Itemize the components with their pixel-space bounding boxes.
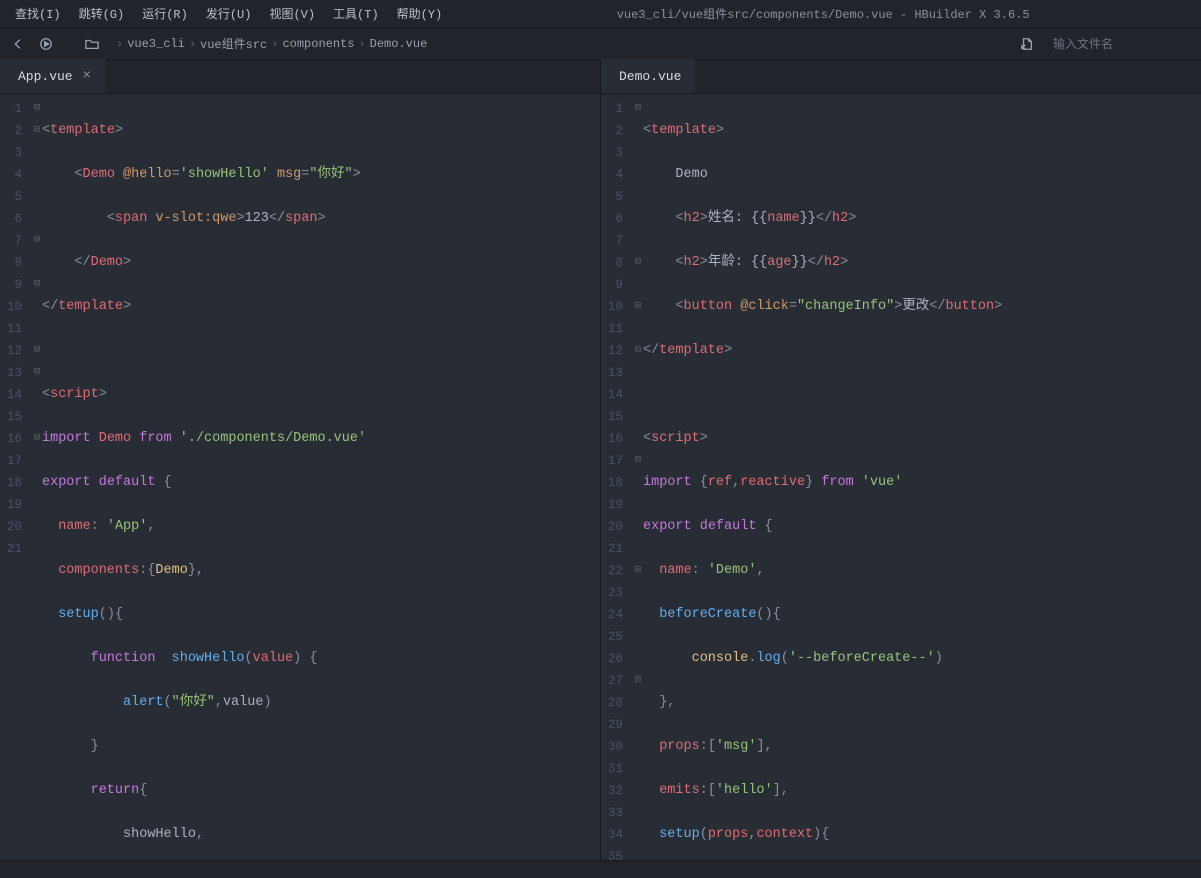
tab-label: Demo.vue [619, 69, 681, 84]
window-title: vue3_cli/vue组件src/components/Demo.vue - … [451, 5, 1195, 22]
fold-right[interactable]: ⊟⊟⊟⊟⊟⊟⊟ [633, 94, 643, 860]
menu-tool[interactable]: 工具(T) [324, 1, 388, 26]
editor-left[interactable]: 123456789101112131415161718192021 ⊟⊟⊟⊟⊟⊟… [0, 94, 601, 860]
statusbar [0, 860, 1201, 878]
menu-run[interactable]: 运行(R) [133, 1, 197, 26]
file-search-input[interactable] [1053, 37, 1193, 51]
gutter-right: 1234567891011121314151617181920212223242… [601, 94, 633, 860]
tab-app-vue[interactable]: App.vue × [0, 59, 105, 93]
close-icon[interactable]: × [83, 69, 91, 83]
play-icon[interactable] [36, 34, 56, 54]
locate-file-icon[interactable] [1017, 34, 1037, 54]
tab-demo-vue[interactable]: Demo.vue [601, 59, 695, 93]
menu-help[interactable]: 帮助(Y) [388, 1, 452, 26]
folder-icon[interactable] [82, 34, 102, 54]
menu-view[interactable]: 视图(V) [260, 1, 324, 26]
crumb-0[interactable]: vue3_cli [127, 37, 185, 51]
menubar: 查找(I) 跳转(G) 运行(R) 发行(U) 视图(V) 工具(T) 帮助(Y… [0, 0, 1201, 28]
code-right[interactable]: <template> Demo <h2>姓名: {{name}}</h2> <h… [643, 94, 1201, 860]
toolbar: › vue3_cli› vue组件src› components› Demo.v… [0, 28, 1201, 60]
menu-find[interactable]: 查找(I) [6, 1, 70, 26]
menu-goto[interactable]: 跳转(G) [70, 1, 134, 26]
breadcrumb: › vue3_cli› vue组件src› components› Demo.v… [116, 35, 427, 52]
editors: 123456789101112131415161718192021 ⊟⊟⊟⊟⊟⊟… [0, 94, 1201, 860]
fold-left[interactable]: ⊟⊟⊟⊟⊟⊟⊟ [32, 94, 42, 860]
back-icon[interactable] [8, 34, 28, 54]
gutter-left: 123456789101112131415161718192021 [0, 94, 32, 860]
tab-label: App.vue [18, 69, 73, 84]
menu-publish[interactable]: 发行(U) [197, 1, 261, 26]
crumb-1[interactable]: vue组件src [200, 35, 267, 52]
crumb-2[interactable]: components [282, 37, 354, 51]
code-left[interactable]: <template> <Demo @hello='showHello' msg=… [42, 94, 600, 860]
tabs-row: App.vue × Demo.vue [0, 60, 1201, 94]
crumb-3[interactable]: Demo.vue [370, 37, 428, 51]
editor-right[interactable]: 1234567891011121314151617181920212223242… [601, 94, 1201, 860]
